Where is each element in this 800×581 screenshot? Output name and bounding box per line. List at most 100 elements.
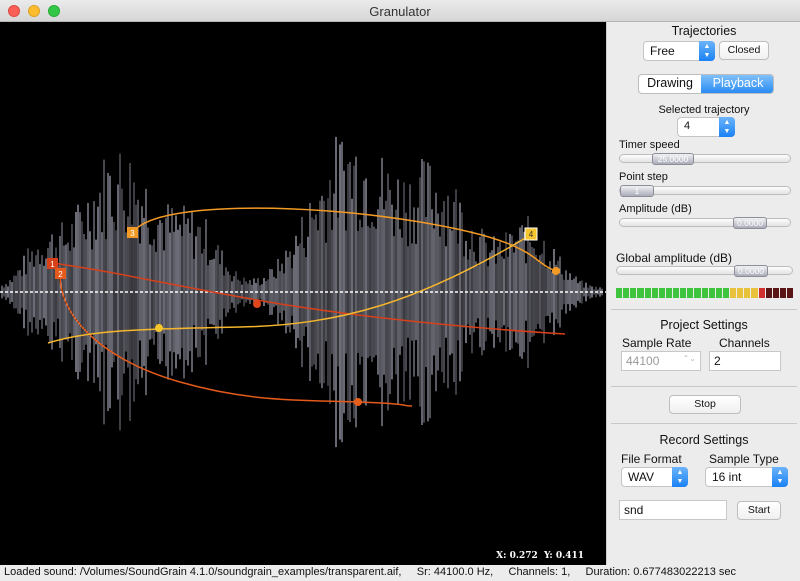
meter-segment <box>787 288 794 298</box>
stop-button[interactable]: Stop <box>669 395 741 414</box>
trajectory-4-label: 4 <box>529 230 534 239</box>
waveform-canvas[interactable]: 1 2 3 4 X: 0.272 Y: 0.411 <box>0 22 606 565</box>
meter-segment <box>765 288 772 298</box>
trajectory-2-marker[interactable]: 2 <box>55 268 66 279</box>
meter-segment <box>687 288 694 298</box>
trajectories-heading: Trajectories <box>671 24 737 38</box>
meter-segment <box>658 288 665 298</box>
amplitude-knob[interactable]: 0.0000 <box>733 217 767 229</box>
file-format-value: WAV <box>628 470 654 484</box>
meter-segment <box>694 288 701 298</box>
meter-segment <box>673 288 680 298</box>
drawing-mode-tab[interactable]: Drawing <box>639 75 701 93</box>
amplitude-label: Amplitude (dB) <box>619 203 692 215</box>
timer-speed-slider[interactable]: 25.0000 <box>619 153 791 165</box>
start-button[interactable]: Start <box>737 501 781 520</box>
meter-segment <box>737 288 744 298</box>
x-coordinate-label: X: <box>496 551 507 561</box>
trajectory-1-playhead <box>253 300 261 308</box>
meter-segment <box>680 288 687 298</box>
selected-trajectory-value: 4 <box>684 120 691 132</box>
meter-segment <box>730 288 737 298</box>
meter-segment <box>722 288 729 298</box>
selected-trajectory-label: Selected trajectory <box>658 104 750 116</box>
chevron-up-down-icon: ▲ ▼ <box>772 467 788 487</box>
filename-input[interactable]: snd <box>619 500 727 520</box>
meter-segment <box>758 288 765 298</box>
meter-segment <box>665 288 672 298</box>
timer-speed-knob[interactable]: 25.0000 <box>652 153 694 165</box>
control-panel: Trajectories Free ▲ ▼ Closed Drawing Play… <box>606 22 800 565</box>
point-step-knob[interactable]: 1 <box>620 185 654 197</box>
meter-segment <box>772 288 779 298</box>
sample-rate-label: Sample Rate <box>622 336 692 350</box>
status-bar: Loaded sound: /Volumes/SoundGrain 4.1.0/… <box>0 565 800 581</box>
sample-type-select[interactable]: 16 int ▲ ▼ <box>705 467 788 487</box>
mode-segmented-control[interactable]: Drawing Playback <box>638 74 774 94</box>
stepper-icon: ⌃⌄ <box>682 354 696 363</box>
trajectory-type-value: Free <box>650 44 675 58</box>
meter-segment <box>715 288 722 298</box>
meter-segment <box>630 288 637 298</box>
trajectory-type-select[interactable]: Free ▲ ▼ <box>643 41 715 61</box>
y-coordinate-value: 0.411 <box>555 551 584 561</box>
cursor-coordinates: X: 0.272 Y: 0.411 <box>496 551 584 561</box>
divider <box>611 309 797 310</box>
trajectory-3-marker[interactable]: 3 <box>127 227 138 238</box>
trajectory-3-label: 3 <box>130 229 135 238</box>
chevron-up-down-icon: ▲ ▼ <box>672 467 688 487</box>
trajectory-1-marker[interactable]: 1 <box>47 258 58 269</box>
trajectory-1-label: 1 <box>50 260 55 269</box>
divider <box>611 386 797 387</box>
trajectory-3-playhead <box>552 267 560 275</box>
file-format-select[interactable]: WAV ▲ ▼ <box>621 467 688 487</box>
trajectory-4-playhead <box>155 324 163 332</box>
meter-segment <box>708 288 715 298</box>
divider <box>611 423 797 424</box>
sample-rate-value: 44100 <box>626 354 660 368</box>
sample-rate-status: Sr: 44100.0 Hz, <box>416 566 494 578</box>
meter-segment <box>651 288 658 298</box>
playback-mode-tab[interactable]: Playback <box>701 75 773 93</box>
meter-segment <box>701 288 708 298</box>
meter-segment <box>644 288 651 298</box>
channels-field[interactable]: 2 <box>709 351 781 371</box>
window-title: Granulator <box>369 4 431 19</box>
global-amplitude-knob[interactable]: 0.0000 <box>734 265 768 277</box>
selected-trajectory-select[interactable]: 4 ▲ ▼ <box>677 117 735 137</box>
amplitude-slider[interactable]: 0.0000 <box>619 217 791 229</box>
timer-speed-label: Timer speed <box>619 139 680 151</box>
trajectory-4-marker[interactable]: 4 <box>524 227 538 241</box>
meter-segment <box>623 288 630 298</box>
x-coordinate-value: 0.272 <box>509 551 538 561</box>
channels-status: Channels: 1, <box>508 566 571 578</box>
point-step-slider[interactable]: 1 <box>619 185 791 197</box>
meter-segment <box>637 288 644 298</box>
duration-status: Duration: 0.677483022213 sec <box>585 566 736 578</box>
y-coordinate-label: Y: <box>544 551 553 561</box>
point-step-label: Point step <box>619 171 668 183</box>
trajectory-2-label: 2 <box>58 270 63 279</box>
chevron-up-down-icon: ▲ ▼ <box>699 41 715 61</box>
file-format-label: File Format <box>621 452 682 466</box>
meter-segment <box>779 288 786 298</box>
vu-meter <box>616 288 794 298</box>
sample-type-label: Sample Type <box>709 452 779 466</box>
waveform-display[interactable]: 1 2 3 4 <box>0 22 606 565</box>
channels-label: Channels <box>719 336 770 350</box>
meter-segment <box>744 288 751 298</box>
project-settings-heading: Project Settings <box>660 318 748 332</box>
meter-segment <box>616 288 623 298</box>
loaded-sound-path: Loaded sound: /Volumes/SoundGrain 4.1.0/… <box>4 566 402 578</box>
global-amplitude-slider[interactable]: 0.0000 <box>616 265 793 277</box>
sample-rate-field: 44100 ⌃⌄ <box>621 351 701 371</box>
closed-button[interactable]: Closed <box>719 41 769 60</box>
chevron-up-down-icon: ▲ ▼ <box>719 117 735 137</box>
global-amplitude-label: Global amplitude (dB) <box>616 251 733 265</box>
meter-segment <box>751 288 758 298</box>
title-bar: Granulator <box>0 0 800 22</box>
app-window: Granulator 1 2 3 4 X: 0.272 Y: 0.411 Tra… <box>0 0 800 581</box>
trajectory-2-playhead <box>354 398 362 406</box>
sample-type-value: 16 int <box>712 470 742 484</box>
record-settings-heading: Record Settings <box>659 433 749 447</box>
